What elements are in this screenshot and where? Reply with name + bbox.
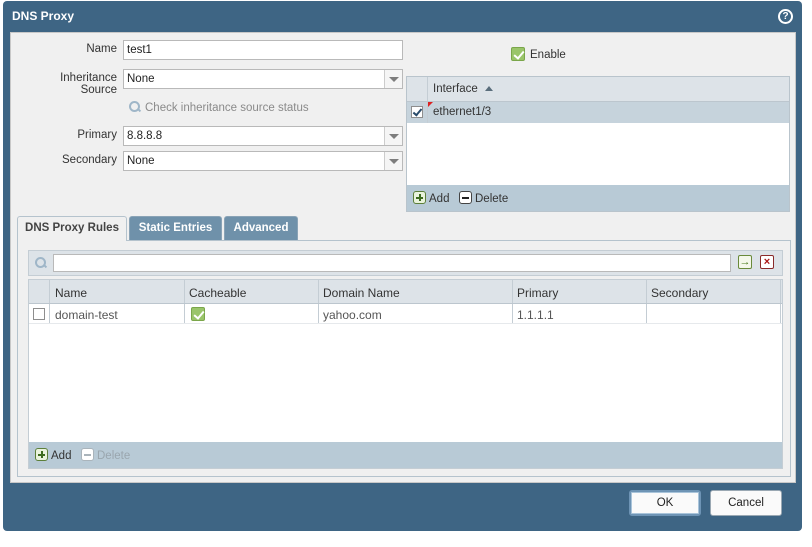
name-label: Name xyxy=(86,43,117,55)
checkbox-checked-icon[interactable] xyxy=(511,47,525,61)
enable-checkbox[interactable]: Enable xyxy=(511,47,566,61)
dialog-title-bar: DNS Proxy ? xyxy=(3,1,802,31)
dns-proxy-dialog: DNS Proxy ? Name test1 Inheritance Sourc… xyxy=(3,1,802,531)
interface-grid: Interface ethernet1/3 Add Delete xyxy=(406,76,790,212)
interface-grid-footer: Add Delete xyxy=(407,185,789,211)
rules-grid-header: Name Cacheable Domain Name Primary Secon… xyxy=(29,280,782,304)
inheritance-source-select[interactable]: None xyxy=(123,69,403,89)
rules-grid-footer: Add Delete xyxy=(29,442,782,468)
help-icon[interactable]: ? xyxy=(778,9,793,24)
dialog-title: DNS Proxy xyxy=(12,9,75,23)
ok-button[interactable]: OK xyxy=(629,490,701,516)
interface-grid-header: Interface xyxy=(407,77,789,102)
primary-value: 8.8.8.8 xyxy=(127,130,163,142)
primary-label: Primary xyxy=(77,129,117,141)
apply-filter-icon[interactable]: → xyxy=(738,255,752,269)
column-header-name[interactable]: Name xyxy=(55,286,87,300)
domain-name-cell: yahoo.com xyxy=(323,308,382,322)
inheritance-source-value: None xyxy=(127,73,155,85)
column-header-primary[interactable]: Primary xyxy=(517,286,558,300)
check-inheritance-text: Check inheritance source status xyxy=(145,102,309,114)
dialog-body: Name test1 Inheritance Source None Check… xyxy=(10,32,796,483)
rules-delete-button[interactable]: Delete xyxy=(81,448,130,462)
name-input[interactable]: test1 xyxy=(123,40,403,60)
tab-dns-proxy-rules[interactable]: DNS Proxy Rules xyxy=(17,216,127,241)
column-header-interface[interactable]: Interface xyxy=(433,83,493,95)
interface-delete-button[interactable]: Delete xyxy=(459,191,508,205)
enable-label: Enable xyxy=(530,49,566,61)
column-header-cacheable[interactable]: Cacheable xyxy=(189,286,246,300)
table-row[interactable]: domain-test yahoo.com 1.1.1.1 xyxy=(29,304,782,324)
secondary-label: Secondary xyxy=(62,154,117,166)
chevron-down-icon[interactable] xyxy=(384,152,402,170)
search-icon xyxy=(129,101,141,113)
column-header-domain-name[interactable]: Domain Name xyxy=(323,286,400,300)
interface-cell: ethernet1/3 xyxy=(433,106,492,118)
plus-icon xyxy=(413,191,426,204)
column-header-secondary[interactable]: Secondary xyxy=(651,286,708,300)
table-row[interactable]: ethernet1/3 xyxy=(407,102,789,123)
row-checkbox[interactable] xyxy=(411,106,423,118)
primary-cell: 1.1.1.1 xyxy=(517,308,554,322)
row-checkbox[interactable] xyxy=(33,308,45,320)
clear-filter-icon[interactable]: × xyxy=(760,255,774,269)
tab-content-panel: → × Name Cacheable Domain Name Primary S… xyxy=(17,240,791,477)
plus-icon xyxy=(35,448,48,461)
cancel-button[interactable]: Cancel xyxy=(710,490,782,516)
check-inheritance-link[interactable]: Check inheritance source status xyxy=(129,101,309,114)
search-input[interactable] xyxy=(53,254,731,272)
rules-grid: Name Cacheable Domain Name Primary Secon… xyxy=(28,279,783,469)
rule-name-cell[interactable]: domain-test xyxy=(55,308,118,322)
chevron-down-icon[interactable] xyxy=(384,127,402,145)
tab-static-entries[interactable]: Static Entries xyxy=(129,216,222,240)
sort-ascending-icon xyxy=(484,86,493,91)
tab-advanced[interactable]: Advanced xyxy=(224,216,298,240)
secondary-value: None xyxy=(127,155,155,167)
minus-icon xyxy=(459,191,472,204)
chevron-down-icon[interactable] xyxy=(384,70,402,88)
rules-add-button[interactable]: Add xyxy=(35,448,71,462)
inheritance-source-label: Inheritance Source xyxy=(60,72,117,96)
primary-select[interactable]: 8.8.8.8 xyxy=(123,126,403,146)
interface-add-button[interactable]: Add xyxy=(413,191,449,205)
cacheable-check-icon xyxy=(191,307,205,321)
rules-search-bar: → × xyxy=(28,250,783,276)
search-icon xyxy=(35,257,47,269)
secondary-select[interactable]: None xyxy=(123,151,403,171)
minus-icon xyxy=(81,448,94,461)
